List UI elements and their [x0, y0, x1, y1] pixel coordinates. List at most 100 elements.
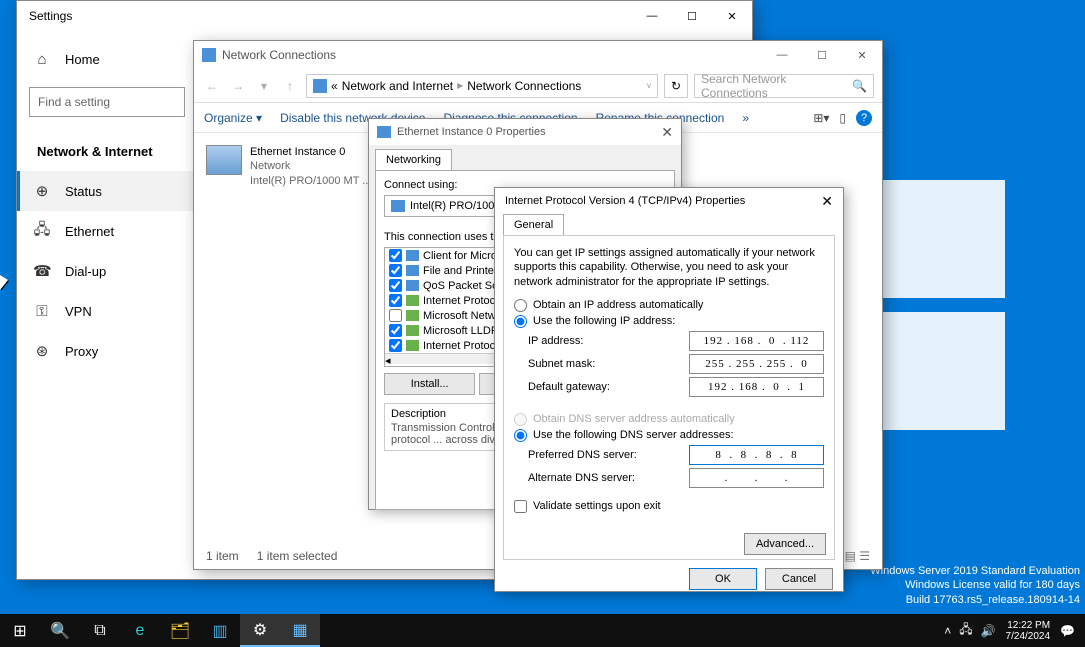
taskbar-network-connections[interactable]: ▦ — [280, 614, 320, 647]
view-mode-icons[interactable]: ▤ ☰ — [845, 549, 870, 563]
sidebar-item-label: VPN — [65, 304, 92, 319]
organize-button[interactable]: Organize ▾ — [204, 111, 262, 125]
search-placeholder: Find a setting — [38, 95, 110, 109]
adapter-name: Ethernet Instance 0 — [250, 145, 371, 159]
close-button[interactable]: ✕ — [712, 1, 752, 31]
install-button[interactable]: Install... — [384, 373, 475, 395]
refresh-button[interactable]: ↻ — [664, 74, 688, 98]
prop-titlebar[interactable]: Ethernet Instance 0 Properties ✕ — [369, 119, 681, 145]
component-icon — [406, 340, 419, 351]
more-button[interactable]: » — [742, 111, 749, 125]
cancel-button[interactable]: Cancel — [765, 568, 833, 590]
maximize-button[interactable]: ☐ — [672, 1, 712, 31]
validate-checkbox[interactable] — [514, 500, 527, 513]
proxy-icon: ⊛ — [33, 342, 51, 360]
sidebar-item-label: Ethernet — [65, 224, 114, 239]
component-icon — [406, 310, 419, 321]
tray-network-icon[interactable]: 🖧 — [955, 620, 976, 641]
ip-address-label: IP address: — [528, 335, 583, 347]
ok-button[interactable]: OK — [689, 568, 757, 590]
tray-up-icon[interactable]: ˄ — [940, 624, 955, 638]
settings-title: Settings — [29, 9, 72, 23]
subnet-mask-label: Subnet mask: — [528, 358, 595, 370]
tab-networking[interactable]: Networking — [375, 149, 452, 170]
radio-static-dns[interactable]: Use the following DNS server addresses: — [514, 429, 824, 442]
search-button[interactable]: 🔍 — [40, 614, 80, 647]
preferred-dns-label: Preferred DNS server: — [528, 449, 637, 461]
component-icon — [406, 265, 419, 276]
nc-navbar: ← → ▾ ↑ « Network and Internet ▶ Network… — [194, 69, 882, 103]
forward-button[interactable]: → — [228, 79, 248, 93]
settings-titlebar[interactable]: Settings — ☐ ✕ — [17, 1, 752, 31]
ipv4-info-text: You can get IP settings assigned automat… — [514, 246, 824, 289]
home-icon: ⌂ — [33, 51, 51, 68]
ip-address-input[interactable] — [689, 331, 824, 351]
breadcrumb[interactable]: « Network and Internet ▶ Network Connect… — [306, 74, 658, 98]
alternate-dns-input[interactable] — [689, 468, 824, 488]
close-button[interactable]: ✕ — [821, 193, 833, 210]
sidebar-item-home[interactable]: ⌂ Home — [17, 39, 197, 79]
component-icon — [406, 295, 419, 306]
tab-general[interactable]: General — [503, 214, 564, 235]
sidebar-item-status[interactable]: ⊕ Status — [17, 171, 197, 211]
nc-search-input[interactable]: Search Network Connections 🔍 — [694, 74, 874, 98]
view-options-icon[interactable]: ⊞▾ — [813, 111, 829, 125]
nc-titlebar[interactable]: Network Connections — ☐ ✕ — [194, 41, 882, 69]
taskbar: ⊞ 🔍 ⧉ e 🗂 ▥ ⚙ ▦ ˄ 🖧 🔊 12:22 PM 7/24/2024… — [0, 614, 1085, 647]
adapter-device: Intel(R) PRO/1000 MT ... — [250, 174, 371, 188]
back-button[interactable]: ← — [202, 79, 222, 93]
task-view-button[interactable]: ⧉ — [80, 614, 120, 647]
taskbar-edge[interactable]: e — [120, 614, 160, 647]
search-icon: 🔍 — [852, 79, 867, 93]
subnet-mask-input[interactable] — [689, 354, 824, 374]
sidebar-item-label: Status — [65, 184, 102, 199]
sidebar-item-label: Dial-up — [65, 264, 106, 279]
close-button[interactable]: ✕ — [842, 40, 882, 70]
nic-icon — [391, 200, 405, 212]
default-gateway-input[interactable] — [689, 377, 824, 397]
minimize-button[interactable]: — — [762, 40, 802, 70]
sidebar-item-vpn[interactable]: ⚿ VPN — [17, 291, 197, 331]
help-icon[interactable]: ? — [856, 110, 872, 126]
adapter-icon — [206, 145, 242, 175]
dropdown-icon[interactable]: v — [647, 81, 651, 90]
default-gateway-label: Default gateway: — [528, 381, 610, 393]
taskbar-server-manager[interactable]: ▥ — [200, 614, 240, 647]
history-button[interactable]: ▾ — [254, 79, 274, 93]
preferred-dns-input[interactable] — [689, 445, 824, 465]
sidebar-item-proxy[interactable]: ⊛ Proxy — [17, 331, 197, 371]
preview-pane-icon[interactable]: ▯ — [839, 111, 846, 125]
tray-volume-icon[interactable]: 🔊 — [977, 624, 1000, 638]
radio-auto-dns: Obtain DNS server address automatically — [514, 413, 824, 426]
nc-title: Network Connections — [222, 48, 336, 62]
status-bar: 1 item 1 item selected — [206, 549, 337, 563]
component-icon — [406, 250, 419, 261]
ipv4-titlebar[interactable]: Internet Protocol Version 4 (TCP/IPv4) P… — [495, 188, 843, 214]
find-setting-input[interactable]: Find a setting — [29, 87, 185, 117]
breadcrumb-item[interactable]: Network Connections — [467, 79, 581, 93]
prop-title-text: Ethernet Instance 0 Properties — [397, 126, 546, 138]
validate-checkbox-row[interactable]: Validate settings upon exit — [514, 500, 824, 513]
notifications-icon[interactable]: 💬 — [1056, 624, 1079, 638]
taskbar-explorer[interactable]: 🗂 — [160, 614, 200, 647]
ethernet-icon: 🖧 — [33, 219, 51, 244]
settings-sidebar: ⌂ Home Find a setting Network & Internet… — [17, 31, 197, 579]
sidebar-item-dialup[interactable]: ☎ Dial-up — [17, 251, 197, 291]
ipv4-title-text: Internet Protocol Version 4 (TCP/IPv4) P… — [505, 195, 745, 207]
radio-auto-ip[interactable]: Obtain an IP address automatically — [514, 299, 824, 312]
mouse-cursor — [0, 275, 8, 290]
advanced-button[interactable]: Advanced... — [744, 533, 826, 555]
up-button[interactable]: ↑ — [280, 79, 300, 93]
sidebar-item-ethernet[interactable]: 🖧 Ethernet — [17, 211, 197, 251]
taskbar-clock[interactable]: 12:22 PM 7/24/2024 — [1000, 620, 1057, 642]
radio-static-ip[interactable]: Use the following IP address: — [514, 315, 824, 328]
close-button[interactable]: ✕ — [661, 124, 673, 141]
home-label: Home — [65, 52, 100, 67]
status-icon: ⊕ — [33, 182, 51, 200]
desktop-watermark: Windows Server 2019 Standard Evaluation … — [870, 564, 1080, 607]
breadcrumb-item[interactable]: Network and Internet — [342, 79, 453, 93]
taskbar-settings[interactable]: ⚙ — [240, 614, 280, 647]
start-button[interactable]: ⊞ — [0, 614, 40, 647]
minimize-button[interactable]: — — [632, 1, 672, 31]
maximize-button[interactable]: ☐ — [802, 40, 842, 70]
